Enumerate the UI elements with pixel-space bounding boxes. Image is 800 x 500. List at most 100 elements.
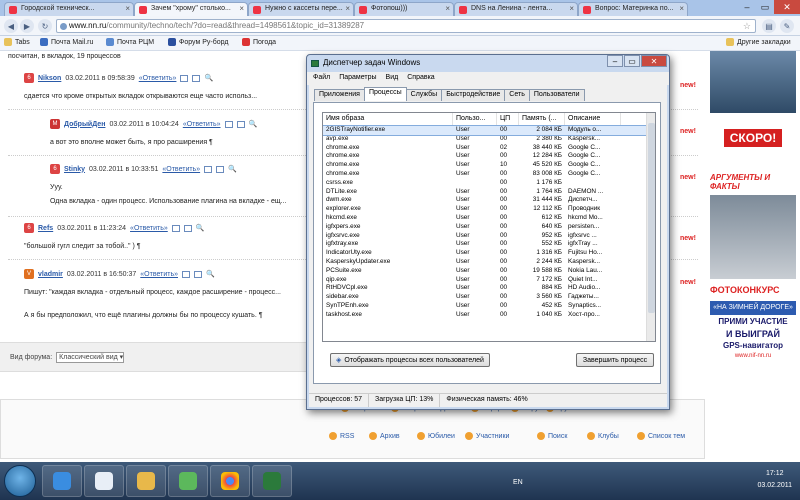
process-row[interactable]: taskhost.exe User 00 1 040 КБ Хост-про...	[323, 311, 655, 320]
bookmark-mail-rcm[interactable]: Почта РЦМ	[106, 38, 154, 46]
process-row[interactable]: PCSuite.exe User 00 19 588 КБ Nokia Lau...	[323, 267, 655, 276]
bookmark-weather[interactable]: Погода	[242, 38, 276, 46]
mail-icon[interactable]	[171, 224, 180, 232]
task-manager-titlebar[interactable]: Диспетчер задач Windows – ▭ ✕	[307, 55, 669, 72]
process-row[interactable]: IndicatorUty.exe User 00 1 316 КБ Fujitsu Ho…	[323, 249, 655, 258]
process-row[interactable]: igfxtray.exe User 00 552 КБ igfxTray ...	[323, 240, 655, 249]
process-row[interactable]: SynTPEnh.exe User 00 452 КБ Synaptics...	[323, 302, 655, 311]
process-row[interactable]: KasperskyUpdater.exe User 00 2 244 КБ Kasper…	[323, 258, 655, 267]
maximize-icon[interactable]: ▭	[624, 55, 640, 67]
bookmark-ruboard[interactable]: Форум Ру-борд	[168, 38, 228, 46]
minimize-icon[interactable]: –	[738, 0, 756, 14]
mail-icon[interactable]	[204, 165, 213, 173]
bookmark-star-icon[interactable]: ☆	[743, 20, 751, 32]
username-link[interactable]: Stinky	[64, 166, 85, 173]
ad-banner-image[interactable]	[710, 51, 796, 113]
process-row[interactable]: chrome.exe User 10 45 520 КБ Google C...	[323, 161, 655, 170]
reply-link[interactable]: «Ответить»	[139, 75, 177, 82]
back-arrow-icon[interactable]: ◀	[4, 19, 18, 33]
page-menu-icon[interactable]: ▤	[762, 19, 776, 33]
process-row[interactable]: igfxsrvc.exe User 00 952 КБ igfxsrvc ...	[323, 232, 655, 241]
ad-banner[interactable]: СКОРО!	[710, 113, 796, 163]
process-row[interactable]: qip.exe User 00 7 172 КБ Quiet Int...	[323, 276, 655, 285]
scrollbar-thumb[interactable]	[648, 123, 655, 313]
mail-icon[interactable]	[182, 270, 190, 278]
search-icon[interactable]: 🔍	[204, 74, 213, 82]
footer-link-members[interactable]: Участники	[465, 432, 509, 440]
menu-file[interactable]: Файл	[313, 74, 330, 83]
browser-tab-active[interactable]: Зачем "хрому" столько... ×	[134, 2, 248, 16]
tab-processes[interactable]: Процессы	[363, 87, 407, 101]
tab-close-icon[interactable]: ×	[445, 4, 450, 13]
taskbar-ie[interactable]	[42, 465, 82, 497]
process-row[interactable]: explorer.exe User 00 12 112 КБ Проводник	[323, 205, 655, 214]
reply-link[interactable]: «Ответить»	[140, 271, 178, 278]
quote-icon[interactable]	[183, 224, 192, 232]
username-link[interactable]: vladmir	[38, 271, 63, 278]
footer-link-rss[interactable]: RSS	[329, 432, 354, 440]
footer-link-archive[interactable]: Архив	[369, 432, 400, 440]
tab-close-icon[interactable]: ×	[679, 4, 684, 13]
column-description[interactable]: Описание	[565, 113, 621, 125]
clock[interactable]: 17:12 03.02.2011	[757, 468, 792, 492]
reply-link[interactable]: «Ответить»	[162, 166, 200, 173]
process-row[interactable]: chrome.exe User 02 38 440 КБ Google C...	[323, 144, 655, 153]
footer-link-clubs[interactable]: Клубы	[587, 432, 619, 440]
process-row[interactable]: sidebar.exe User 00 3 560 КБ Гаджеты...	[323, 293, 655, 302]
tab-close-icon[interactable]: ×	[239, 4, 244, 13]
show-all-processes-button[interactable]: ◈ Отображать процессы всех пользователей	[330, 353, 490, 367]
browser-tab[interactable]: Нужно с кассеты пере... ×	[248, 2, 354, 16]
column-memory[interactable]: Память (...	[519, 113, 565, 125]
close-icon[interactable]: ✕	[774, 0, 800, 14]
end-process-button[interactable]: Завершить процесс	[576, 353, 654, 367]
bookmark-tabs[interactable]: Tabs	[4, 38, 30, 46]
process-row[interactable]: 2GISTrayNotifier.exe User 00 2 084 КБ Модуль…	[323, 125, 655, 136]
taskbar-app[interactable]	[84, 465, 124, 497]
taskbar-taskmanager[interactable]	[252, 465, 292, 497]
quote-icon[interactable]	[216, 165, 225, 173]
process-row[interactable]: igfxpers.exe User 00 640 КБ persisten...	[323, 223, 655, 232]
search-icon[interactable]: 🔍	[249, 120, 258, 128]
ad-photo[interactable]	[710, 195, 796, 279]
process-row[interactable]: hkcmd.exe User 00 612 КБ hkcmd Mo...	[323, 214, 655, 223]
address-bar[interactable]: www.nn.ru/community/techno/tech/?do=read…	[56, 19, 756, 33]
forward-arrow-icon[interactable]: ▶	[20, 19, 34, 33]
taskbar-qip[interactable]	[168, 465, 208, 497]
start-button-icon[interactable]	[4, 465, 36, 497]
column-cpu[interactable]: ЦП	[497, 113, 519, 125]
username-link[interactable]: Nikson	[38, 75, 61, 82]
quote-icon[interactable]	[192, 74, 201, 82]
column-user[interactable]: Пользо...	[453, 113, 497, 125]
tab-close-icon[interactable]: ×	[569, 4, 574, 13]
ad-site-link[interactable]: www.nif-nn.ru	[710, 353, 796, 363]
footer-link-search[interactable]: Поиск	[537, 432, 567, 440]
tab-network[interactable]: Сеть	[504, 89, 530, 101]
username-link[interactable]: Refs	[38, 225, 53, 232]
ad-aif-logo[interactable]: АРГУМЕНТЫ И ФАКТЫ	[710, 173, 796, 191]
browser-tab[interactable]: Городской техническ... ×	[4, 2, 134, 16]
search-icon[interactable]: 🔍	[206, 270, 215, 278]
tab-close-icon[interactable]: ×	[125, 4, 130, 13]
ad-photocontest[interactable]: ФОТОКОНКУРС	[710, 285, 796, 297]
menu-options[interactable]: Параметры	[339, 74, 376, 83]
process-row[interactable]: RtHDVCpl.exe User 00 884 КБ HD Audio...	[323, 284, 655, 293]
process-row[interactable]: chrome.exe User 00 83 008 КБ Google C...	[323, 170, 655, 179]
ad-winter-road[interactable]: «НА ЗИМНЕЙ ДОРОГЕ»	[710, 301, 796, 315]
quote-icon[interactable]	[236, 120, 245, 128]
reload-icon[interactable]: ↻	[38, 19, 52, 33]
menu-view[interactable]: Вид	[386, 74, 399, 83]
process-row[interactable]: chrome.exe User 00 12 284 КБ Google C...	[323, 152, 655, 161]
reply-link[interactable]: «Ответить»	[130, 225, 168, 232]
browser-tab[interactable]: Вопрос: Материнка по... ×	[578, 2, 688, 16]
language-indicator[interactable]: EN	[513, 479, 523, 486]
process-row[interactable]: dwm.exe User 00 31 444 КБ Диспетч...	[323, 196, 655, 205]
bookmark-mail[interactable]: Почта Mail.ru	[40, 38, 93, 46]
process-row[interactable]: avp.exe User 00 2 380 КБ Kaspersk...	[323, 135, 655, 144]
taskbar-explorer[interactable]	[126, 465, 166, 497]
search-icon[interactable]: 🔍	[196, 224, 205, 232]
tab-performance[interactable]: Быстродействие	[441, 89, 506, 101]
scrollbar[interactable]	[646, 113, 655, 341]
username-link[interactable]: ДобрыйДен	[64, 121, 105, 128]
close-icon[interactable]: ✕	[641, 55, 667, 67]
wrench-icon[interactable]: ✎	[780, 19, 794, 33]
